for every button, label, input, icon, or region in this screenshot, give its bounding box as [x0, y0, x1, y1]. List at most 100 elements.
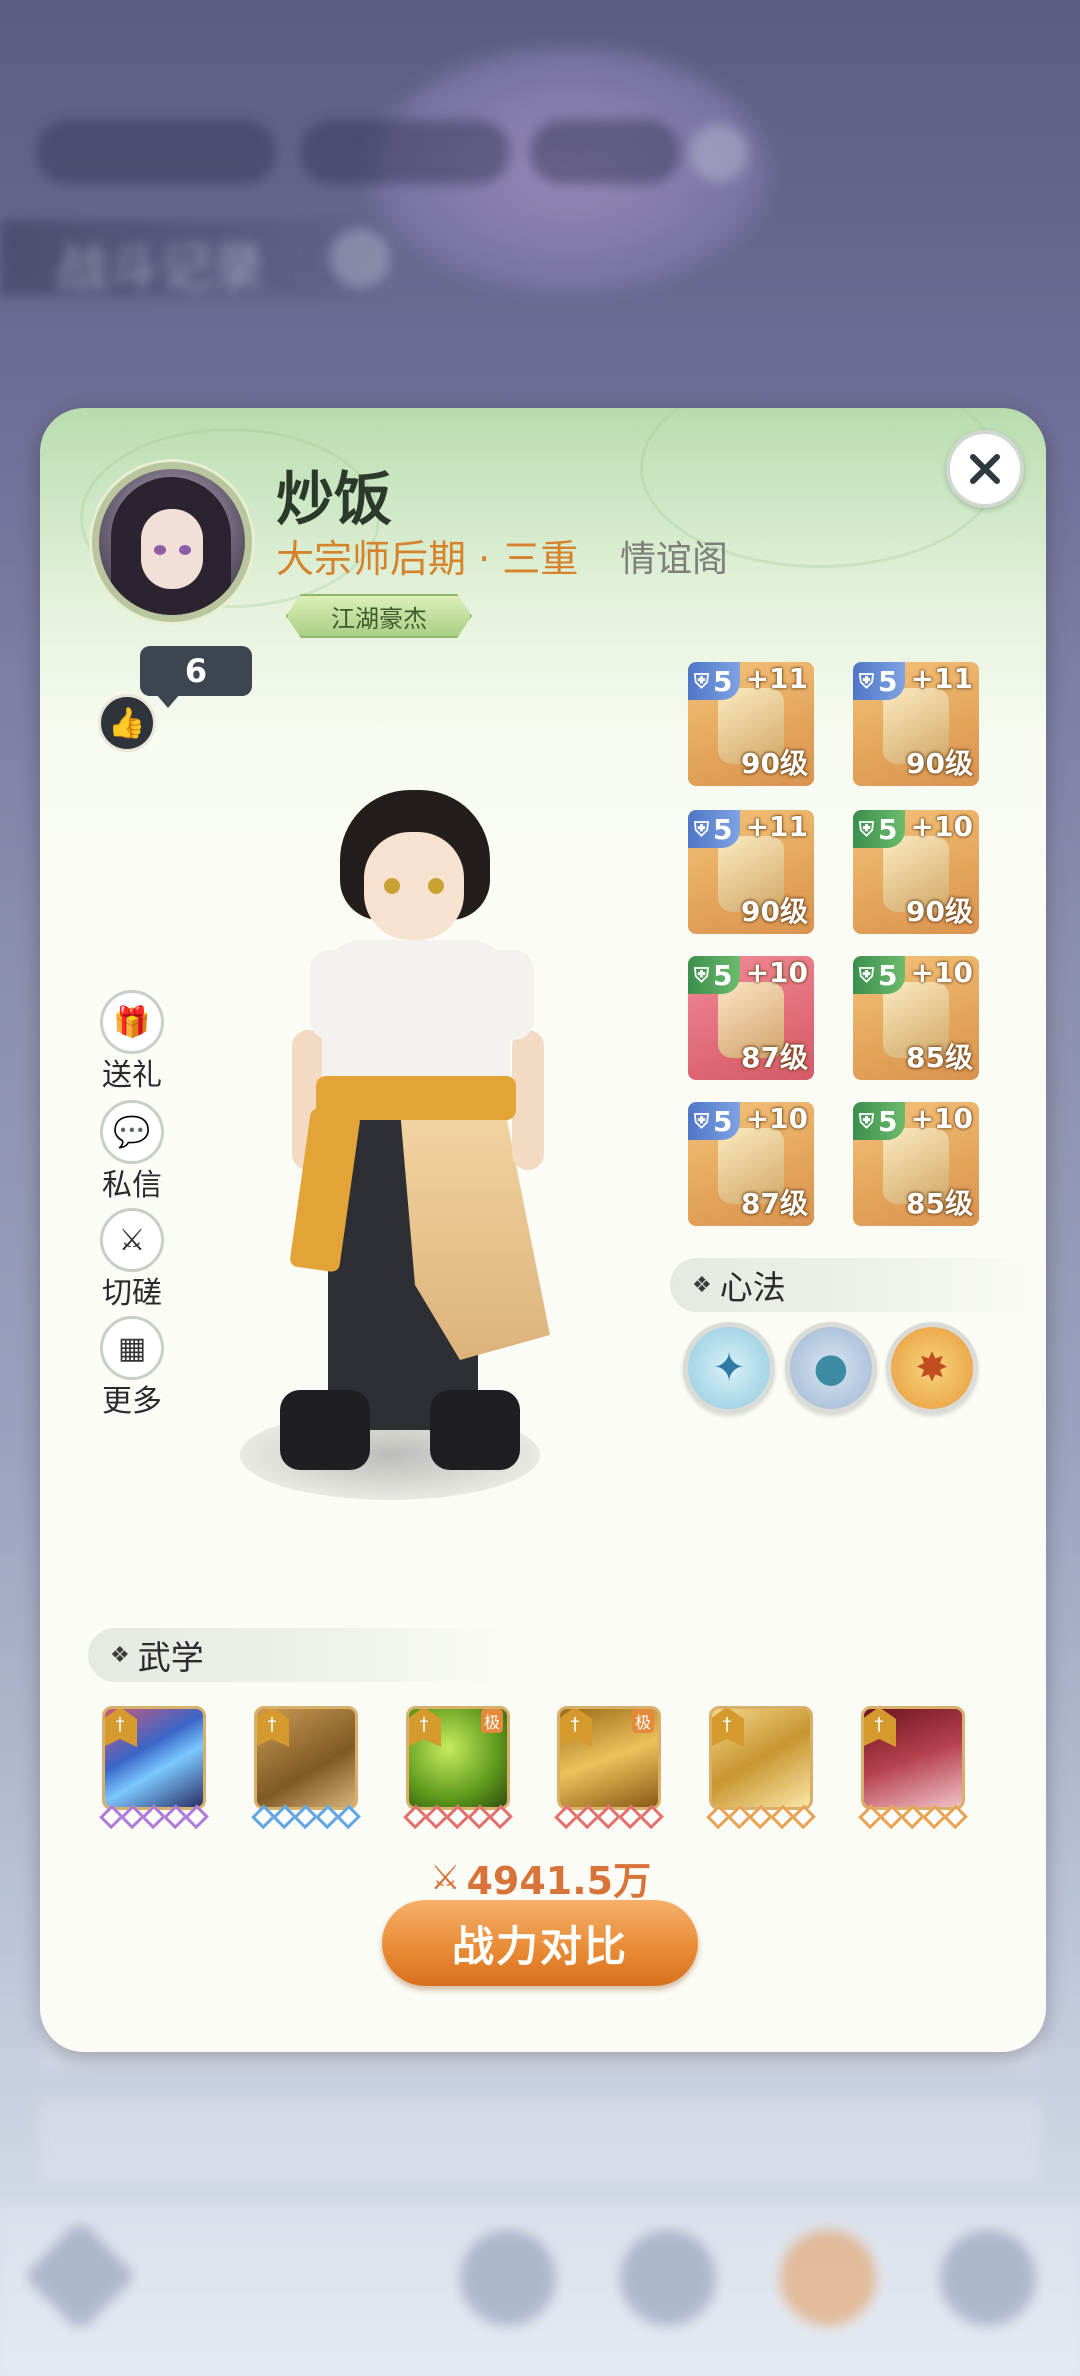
- background-nav-icon: [620, 2230, 716, 2326]
- equipment-slot-helmet[interactable]: ⛨ 5 +11 90级: [853, 662, 979, 786]
- equipment-slot-boots[interactable]: ⛨ 5 +10 87级: [688, 956, 814, 1080]
- spar-button[interactable]: ⚔ 切磋: [94, 1208, 170, 1312]
- equipment-level: 87级: [741, 1187, 808, 1220]
- equipment-slot-ring[interactable]: ⛨ 5 +10 87级: [688, 1102, 814, 1226]
- shield-icon: ⛨: [694, 963, 709, 987]
- martial-skill[interactable]: †: [254, 1706, 358, 1810]
- background-bottom-nav: [0, 2206, 1080, 2376]
- sword-flag-icon: †: [560, 1709, 592, 1747]
- sword-flag-icon: †: [257, 1709, 289, 1747]
- gift-label: 送礼: [102, 1058, 162, 1093]
- spar-label: 切磋: [102, 1276, 162, 1311]
- character-eye: [384, 878, 400, 894]
- more-button[interactable]: ▦ 更多: [94, 1316, 170, 1420]
- equipment-level: 87级: [741, 1041, 808, 1074]
- crossed-swords-icon: ⚔: [430, 1857, 461, 1898]
- shield-icon: ⛨: [694, 669, 709, 693]
- avatar[interactable]: [92, 462, 252, 622]
- sword-flag-icon: †: [409, 1709, 441, 1747]
- martial-skill[interactable]: †: [102, 1706, 206, 1810]
- shield-icon: ⛨: [694, 1109, 709, 1133]
- equipment-enhance: +11: [910, 662, 973, 695]
- equipment-level: 90级: [906, 895, 973, 928]
- background-list-row: [40, 2100, 1040, 2180]
- avatar-eye: [179, 545, 191, 555]
- skill-stars: [99, 1804, 209, 1830]
- player-guild[interactable]: 情谊阁: [620, 530, 728, 582]
- xinfa-skill[interactable]: ✦: [683, 1322, 775, 1414]
- diamond-icon: ❖: [110, 1642, 130, 1668]
- equipment-level: 85级: [906, 1187, 973, 1220]
- compare-power-button[interactable]: 战力对比: [382, 1900, 698, 1986]
- like-button[interactable]: 👍: [98, 694, 156, 752]
- character-arm: [512, 1030, 544, 1170]
- equipment-tier: ⛨ 5: [853, 662, 906, 700]
- sword-flag-icon: †: [105, 1709, 137, 1747]
- martial-skill[interactable]: † 极: [406, 1706, 510, 1810]
- equipment-tier: ⛨ 5: [688, 1102, 741, 1140]
- xinfa-skill[interactable]: ●: [785, 1322, 877, 1414]
- avatar-eye: [154, 545, 166, 555]
- character-eye: [428, 878, 444, 894]
- shield-icon: ⛨: [859, 963, 874, 987]
- background-resource-pill: [36, 120, 276, 184]
- skill-limit-badge: 极: [631, 1709, 654, 1733]
- meditation-icon: ●: [813, 1345, 849, 1391]
- equipment-enhance: +11: [745, 810, 808, 843]
- player-rank: 大宗师后期 · 三重: [276, 537, 579, 581]
- equipment-enhance: +10: [910, 956, 973, 989]
- background-resource-pill: [530, 120, 680, 184]
- thumbs-up-icon: 👍: [108, 705, 146, 741]
- equipment-slot-amulet[interactable]: ⛨ 5 +10 85级: [853, 1102, 979, 1226]
- equipment-slot-weapon[interactable]: ⛨ 5 +11 90级: [688, 662, 814, 786]
- kick-pose-icon: ✦: [712, 1345, 746, 1391]
- equipment-level: 85级: [906, 1041, 973, 1074]
- gift-icon: 🎁: [100, 990, 164, 1054]
- skill-limit-badge: 极: [480, 1709, 503, 1733]
- sword-flag-icon: †: [864, 1709, 896, 1747]
- shield-icon: ⛨: [859, 817, 874, 841]
- skill-stars: [706, 1804, 816, 1830]
- character-model[interactable]: [240, 790, 570, 1520]
- more-label: 更多: [102, 1384, 162, 1419]
- close-button[interactable]: [946, 430, 1024, 508]
- background-help-icon: [330, 228, 390, 288]
- background-resource-pill: [300, 120, 510, 184]
- xinfa-section-header: ❖ 心法: [670, 1258, 1040, 1312]
- equipment-level: 90级: [741, 895, 808, 928]
- shield-icon: ⛨: [859, 669, 874, 693]
- background-nav-icon: [940, 2230, 1036, 2326]
- background-nav-icon: [780, 2230, 876, 2326]
- message-icon: 💬: [100, 1100, 164, 1164]
- background-add-icon: [690, 124, 748, 182]
- martial-skill[interactable]: † 极: [557, 1706, 661, 1810]
- crossed-swords-icon: ⚔: [100, 1208, 164, 1272]
- background-title: 战斗记录: [56, 239, 265, 299]
- equipment-slot-pants[interactable]: ⛨ 5 +10 90级: [853, 810, 979, 934]
- message-label: 私信: [102, 1168, 162, 1203]
- equipment-tier: ⛨ 5: [853, 956, 906, 994]
- character-boot: [430, 1390, 520, 1470]
- shield-icon: ⛨: [859, 1109, 874, 1133]
- martial-skill[interactable]: †: [861, 1706, 965, 1810]
- avatar-face: [141, 509, 203, 589]
- wuxue-section-title: 武学: [137, 1638, 204, 1677]
- equipment-enhance: +11: [745, 662, 808, 695]
- character-boot: [280, 1390, 370, 1470]
- skill-stars: [858, 1804, 968, 1830]
- combat-power: ⚔ 4941.5万: [430, 1850, 651, 1905]
- equipment-enhance: +10: [910, 1102, 973, 1135]
- martial-skill[interactable]: †: [709, 1706, 813, 1810]
- player-name: 炒饭: [276, 465, 393, 533]
- xinfa-skill[interactable]: ✸: [886, 1322, 978, 1414]
- message-button[interactable]: 💬 私信: [94, 1100, 170, 1204]
- character-face: [364, 832, 464, 940]
- sword-flag-icon: †: [712, 1709, 744, 1747]
- character-shirt: [322, 940, 510, 1090]
- equipment-slot-greaves[interactable]: ⛨ 5 +10 85级: [853, 956, 979, 1080]
- gift-button[interactable]: 🎁 送礼: [94, 990, 170, 1094]
- more-grid-icon: ▦: [100, 1316, 164, 1380]
- equipment-tier: ⛨ 5: [853, 810, 906, 848]
- equipment-slot-armor[interactable]: ⛨ 5 +11 90级: [688, 810, 814, 934]
- equipment-tier: ⛨ 5: [688, 956, 741, 994]
